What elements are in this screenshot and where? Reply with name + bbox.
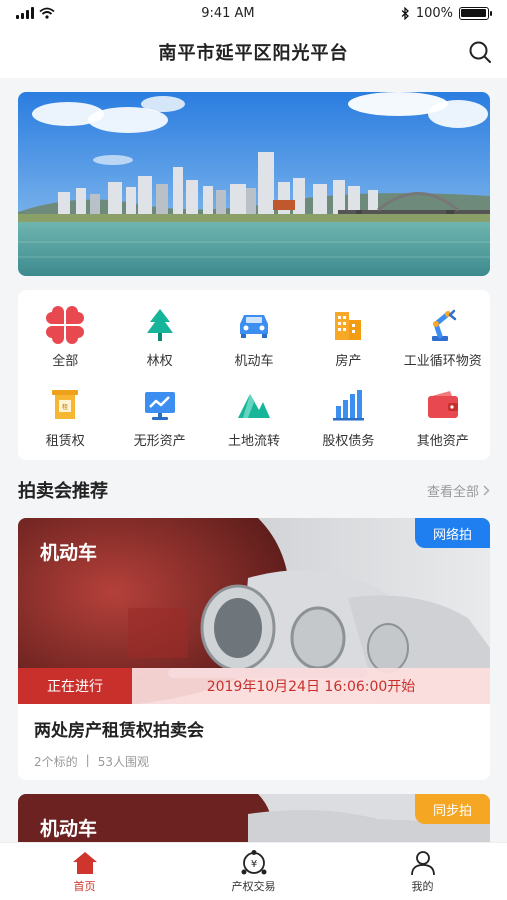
category-label: 租赁权 <box>45 434 85 449</box>
bottom-tab-bar: 首页 ¥ 产权交易 我的 <box>0 842 507 900</box>
tree-icon <box>146 309 173 341</box>
category-label: 林权 <box>146 354 173 369</box>
chevron-right-icon <box>483 484 490 496</box>
category-label: 全部 <box>52 354 79 369</box>
bar-chart-icon <box>333 390 365 421</box>
auction-title: 两处房产租赁权拍卖会 <box>34 721 204 741</box>
category-equity[interactable]: 股权债务 <box>301 380 395 458</box>
page-title: 南平市延平区阳光平台 <box>158 43 349 64</box>
user-icon <box>410 850 435 875</box>
category-forest[interactable]: 林权 <box>112 300 206 380</box>
auction-category: 机动车 <box>40 818 98 840</box>
auction-section-header: 拍卖会推荐 查看全部 <box>18 470 490 510</box>
section-title: 拍卖会推荐 <box>18 481 108 502</box>
auction-type-badge: 网络拍 <box>414 518 490 548</box>
category-label: 房产 <box>335 354 362 369</box>
tab-exchange[interactable]: ¥ 产权交易 <box>194 849 314 894</box>
svg-text:¥: ¥ <box>250 859 256 870</box>
auction-card-image: 机动车 网络拍 正在进行 2019年10月24日 16:06:00开始 <box>18 518 490 704</box>
category-label: 机动车 <box>234 354 274 369</box>
category-label: 其他资产 <box>416 434 469 449</box>
car-icon <box>239 315 268 338</box>
grid-petals-icon <box>46 306 85 344</box>
status-badge: 正在进行 <box>18 668 132 704</box>
tab-profile[interactable]: 我的 <box>363 850 483 894</box>
category-panel: 全部 林权 机动车 房产 工业循环物资 租 租赁权 无形资产 土地流转 股权债务… <box>18 290 490 460</box>
lease-sign-icon: 租 <box>52 390 79 419</box>
app-header: 南平市延平区阳光平台 <box>0 26 507 78</box>
wallet-icon <box>427 391 458 418</box>
auction-status-strip: 正在进行 2019年10月24日 16:06:00开始 <box>18 668 490 704</box>
category-label: 无形资产 <box>133 434 186 449</box>
signal-icon <box>16 7 34 19</box>
wifi-icon <box>39 7 55 19</box>
tab-label: 我的 <box>411 879 434 893</box>
category-vehicle[interactable]: 机动车 <box>207 300 301 380</box>
tab-label: 产权交易 <box>231 879 276 893</box>
auction-lot-count: 2个标的 <box>34 755 78 769</box>
category-property[interactable]: 房产 <box>301 300 395 380</box>
banner-city-image <box>18 92 490 276</box>
auction-start-time: 2019年10月24日 16:06:00开始 <box>132 668 490 704</box>
status-left <box>16 7 55 19</box>
category-industrial[interactable]: 工业循环物资 <box>396 300 490 380</box>
mountain-icon <box>237 394 270 418</box>
status-time: 9:41 AM <box>201 5 255 21</box>
robot-arm-icon <box>431 309 457 341</box>
auction-viewer-count: 53人围观 <box>97 755 149 769</box>
category-label: 工业循环物资 <box>403 354 482 369</box>
search-icon[interactable] <box>467 39 493 65</box>
category-label: 土地流转 <box>227 434 280 449</box>
status-bar: 9:41 AM 100% <box>0 0 507 26</box>
auction-type-badge: 同步拍 <box>414 794 490 824</box>
see-all-link[interactable]: 查看全部 <box>427 481 490 500</box>
monitor-chart-icon <box>144 392 175 420</box>
home-icon <box>72 851 97 874</box>
category-all[interactable]: 全部 <box>18 300 112 380</box>
battery-icon <box>458 6 492 20</box>
tab-home[interactable]: 首页 <box>25 850 145 894</box>
category-land[interactable]: 土地流转 <box>207 380 301 458</box>
battery-percent: 100% <box>415 5 453 21</box>
auction-category: 机动车 <box>40 542 98 564</box>
category-other[interactable]: 其他资产 <box>396 380 490 458</box>
building-icon <box>335 312 362 340</box>
see-all-label: 查看全部 <box>426 484 479 500</box>
tab-label: 首页 <box>73 879 96 893</box>
category-label: 股权债务 <box>322 434 375 449</box>
category-grid: 全部 林权 机动车 房产 工业循环物资 租 租赁权 无形资产 土地流转 股权债务… <box>18 290 490 458</box>
auction-card[interactable]: 机动车 网络拍 正在进行 2019年10月24日 16:06:00开始 两处房产… <box>18 518 490 780</box>
bluetooth-icon <box>401 6 409 20</box>
svg-text:租: 租 <box>62 403 68 411</box>
exchange-icon: ¥ <box>241 849 266 874</box>
banner-carousel[interactable] <box>18 92 490 276</box>
category-intangible[interactable]: 无形资产 <box>112 380 206 458</box>
category-lease[interactable]: 租 租赁权 <box>18 380 112 458</box>
meta-divider: | <box>85 753 90 767</box>
status-right: 100% <box>401 5 492 21</box>
auction-meta: 2个标的 | 53人围观 <box>34 753 490 770</box>
